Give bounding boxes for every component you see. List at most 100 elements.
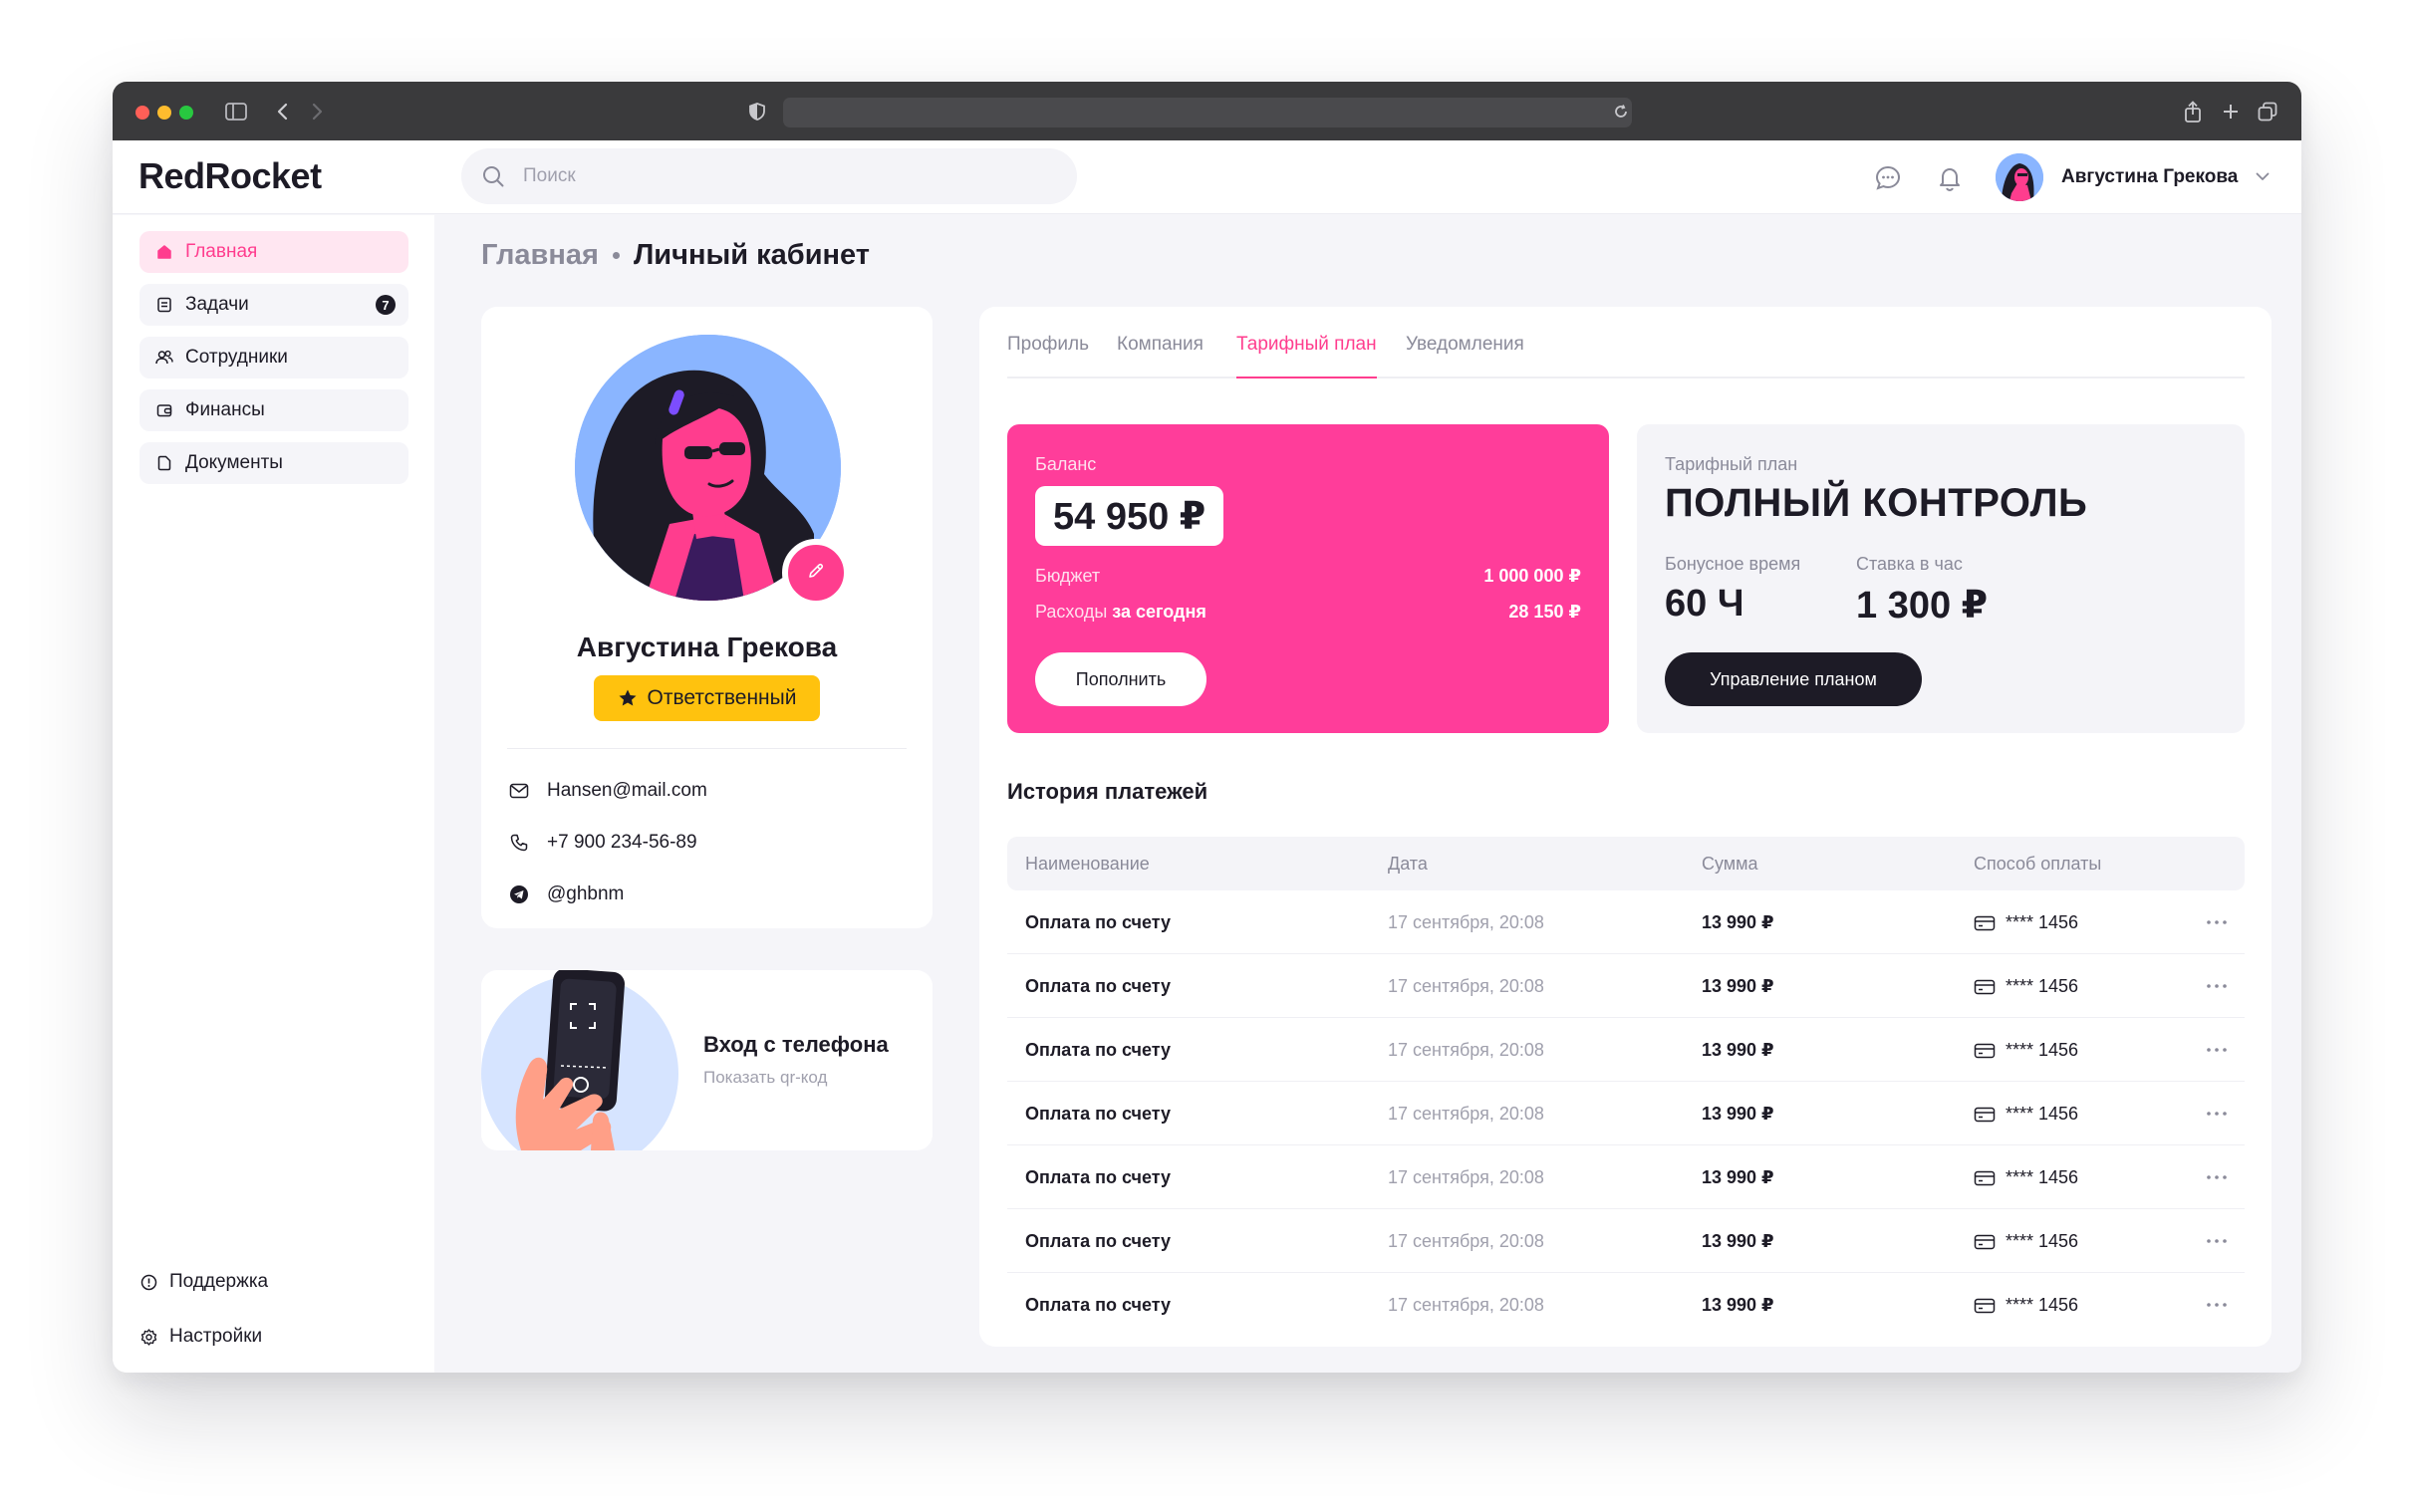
app-header: RedRocket Августина Грекова: [113, 140, 2301, 214]
new-tab-icon[interactable]: [2220, 100, 2242, 124]
row-sum: 13 990 ₽: [1702, 1104, 1774, 1124]
support-link[interactable]: Поддержка: [139, 1271, 268, 1293]
mail-icon: [509, 781, 529, 801]
column-header-sum[interactable]: Сумма: [1702, 854, 1758, 875]
expenses-label: Расходы: [1035, 602, 1108, 622]
sidebar-toggle-icon[interactable]: [224, 100, 248, 124]
row-payment: **** 1456: [1974, 1104, 2078, 1125]
maximize-window-button[interactable]: [179, 106, 193, 120]
pencil-icon: [806, 561, 826, 586]
table-row[interactable]: Оплата по счету 17 сентября, 20:08 13 99…: [1007, 954, 2245, 1018]
tab-bar: Профиль Компания Тарифный план Уведомлен…: [1007, 307, 2245, 378]
show-qr-link[interactable]: Показать qr-код: [703, 1068, 827, 1088]
search-input[interactable]: [523, 148, 1041, 204]
expenses-row: Расходы за сегодня 28 150 ₽: [1035, 602, 1581, 623]
sidebar-item-documents[interactable]: Документы: [139, 442, 408, 484]
shield-icon: [747, 100, 767, 124]
table-row[interactable]: Оплата по счету 17 сентября, 20:08 13 99…: [1007, 1145, 2245, 1209]
table-row[interactable]: Оплата по счету 17 сентября, 20:08 13 99…: [1007, 1082, 2245, 1145]
budget-value: 1 000 000 ₽: [1483, 566, 1581, 586]
column-header-name[interactable]: Наименование: [1025, 854, 1150, 875]
hourly-rate-value: 1 300 ₽: [1856, 585, 1989, 627]
row-card: **** 1456: [2006, 976, 2079, 996]
tabs-overview-icon[interactable]: [2257, 100, 2278, 124]
search-box[interactable]: [461, 148, 1077, 204]
profile-card: Августина Грекова Ответственный Hansen@m…: [481, 307, 933, 928]
forward-icon[interactable]: [308, 100, 328, 124]
row-card: **** 1456: [2006, 1040, 2079, 1060]
table-row[interactable]: Оплата по счету 17 сентября, 20:08 13 99…: [1007, 890, 2245, 954]
row-name: Оплата по счету: [1025, 1040, 1172, 1060]
more-options-icon[interactable]: [2205, 1165, 2229, 1189]
support-label: Поддержка: [169, 1271, 269, 1292]
row-name: Оплата по счету: [1025, 1231, 1172, 1251]
chat-icon[interactable]: [1874, 164, 1902, 192]
row-card: **** 1456: [2006, 1104, 2079, 1124]
sidebar-item-label: Сотрудники: [185, 347, 288, 368]
edit-avatar-button[interactable]: [782, 539, 850, 607]
sidebar-item-finance[interactable]: Финансы: [139, 389, 408, 431]
row-date: 17 сентября, 20:08: [1388, 1295, 1544, 1315]
row-date: 17 сентября, 20:08: [1388, 1231, 1544, 1251]
address-bar[interactable]: [783, 98, 1632, 127]
tab-tariff-plan[interactable]: Тарифный план: [1236, 334, 1377, 378]
more-options-icon[interactable]: [2205, 1038, 2229, 1062]
search-icon: [481, 164, 505, 193]
settings-link[interactable]: Настройки: [139, 1326, 262, 1348]
row-name: Оплата по счету: [1025, 1295, 1172, 1315]
tab-profile[interactable]: Профиль: [1007, 334, 1089, 378]
role-label: Ответственный: [647, 686, 797, 709]
document-icon: [155, 454, 173, 472]
more-options-icon[interactable]: [2205, 1229, 2229, 1253]
share-icon[interactable]: [2182, 100, 2204, 124]
balance-card: Баланс 54 950 ₽ Бюджет 1 000 000 ₽ Расхо…: [1007, 424, 1609, 733]
tab-notifications[interactable]: Уведомления: [1406, 334, 1524, 378]
settings-icon: [139, 1328, 157, 1346]
row-name: Оплата по счету: [1025, 1104, 1172, 1124]
row-sum: 13 990 ₽: [1702, 1040, 1774, 1060]
budget-row: Бюджет 1 000 000 ₽: [1035, 566, 1581, 587]
row-sum: 13 990 ₽: [1702, 976, 1774, 996]
sidebar-item-label: Главная: [185, 241, 258, 262]
table-row[interactable]: Оплата по счету 17 сентября, 20:08 13 99…: [1007, 1209, 2245, 1273]
row-sum: 13 990 ₽: [1702, 912, 1774, 932]
sidebar-item-tasks[interactable]: Задачи 7: [139, 284, 408, 326]
table-row[interactable]: Оплата по счету 17 сентября, 20:08 13 99…: [1007, 1273, 2245, 1337]
more-options-icon[interactable]: [2205, 974, 2229, 998]
more-options-icon[interactable]: [2205, 910, 2229, 934]
balance-amount: 54 950 ₽: [1035, 486, 1224, 546]
settings-label: Настройки: [169, 1326, 263, 1347]
breadcrumb-parent[interactable]: Главная: [481, 239, 599, 272]
bonus-time-value: 60 Ч: [1665, 583, 1744, 625]
more-options-icon[interactable]: [2205, 1102, 2229, 1126]
phone-login-card[interactable]: Вход с телефона Показать qr-код: [481, 970, 933, 1150]
telegram-value[interactable]: @ghbnm: [547, 883, 624, 905]
contact-telegram: @ghbnm: [509, 883, 624, 905]
reload-icon[interactable]: [1612, 100, 1630, 124]
app-logo[interactable]: RedRocket: [138, 155, 322, 197]
close-window-button[interactable]: [135, 106, 149, 120]
bell-icon[interactable]: [1936, 164, 1964, 192]
tab-company[interactable]: Компания: [1117, 334, 1204, 378]
credit-card-icon: [1974, 1234, 1996, 1250]
row-date: 17 сентября, 20:08: [1388, 1167, 1544, 1187]
column-header-payment-method[interactable]: Способ оплаты: [1974, 854, 2101, 875]
sidebar-item-home[interactable]: Главная: [139, 231, 408, 273]
payment-history-title: История платежей: [1007, 779, 1208, 804]
sidebar-item-employees[interactable]: Сотрудники: [139, 337, 408, 378]
manage-plan-button[interactable]: Управление планом: [1665, 652, 1922, 706]
home-icon: [155, 243, 173, 261]
row-card: **** 1456: [2006, 1231, 2079, 1251]
breadcrumb: Главная Личный кабинет: [481, 239, 870, 272]
user-menu[interactable]: Августина Грекова: [1996, 153, 2270, 201]
phone-value[interactable]: +7 900 234-56-89: [547, 832, 697, 854]
column-header-date[interactable]: Дата: [1388, 854, 1428, 875]
email-value[interactable]: Hansen@mail.com: [547, 780, 707, 802]
table-row[interactable]: Оплата по счету 17 сентября, 20:08 13 99…: [1007, 1018, 2245, 1082]
minimize-window-button[interactable]: [157, 106, 171, 120]
topup-button[interactable]: Пополнить: [1035, 652, 1206, 706]
back-icon[interactable]: [272, 100, 292, 124]
hourly-rate-label: Ставка в час: [1856, 554, 1963, 574]
more-options-icon[interactable]: [2205, 1293, 2229, 1317]
balance-label: Баланс: [1035, 454, 1097, 474]
